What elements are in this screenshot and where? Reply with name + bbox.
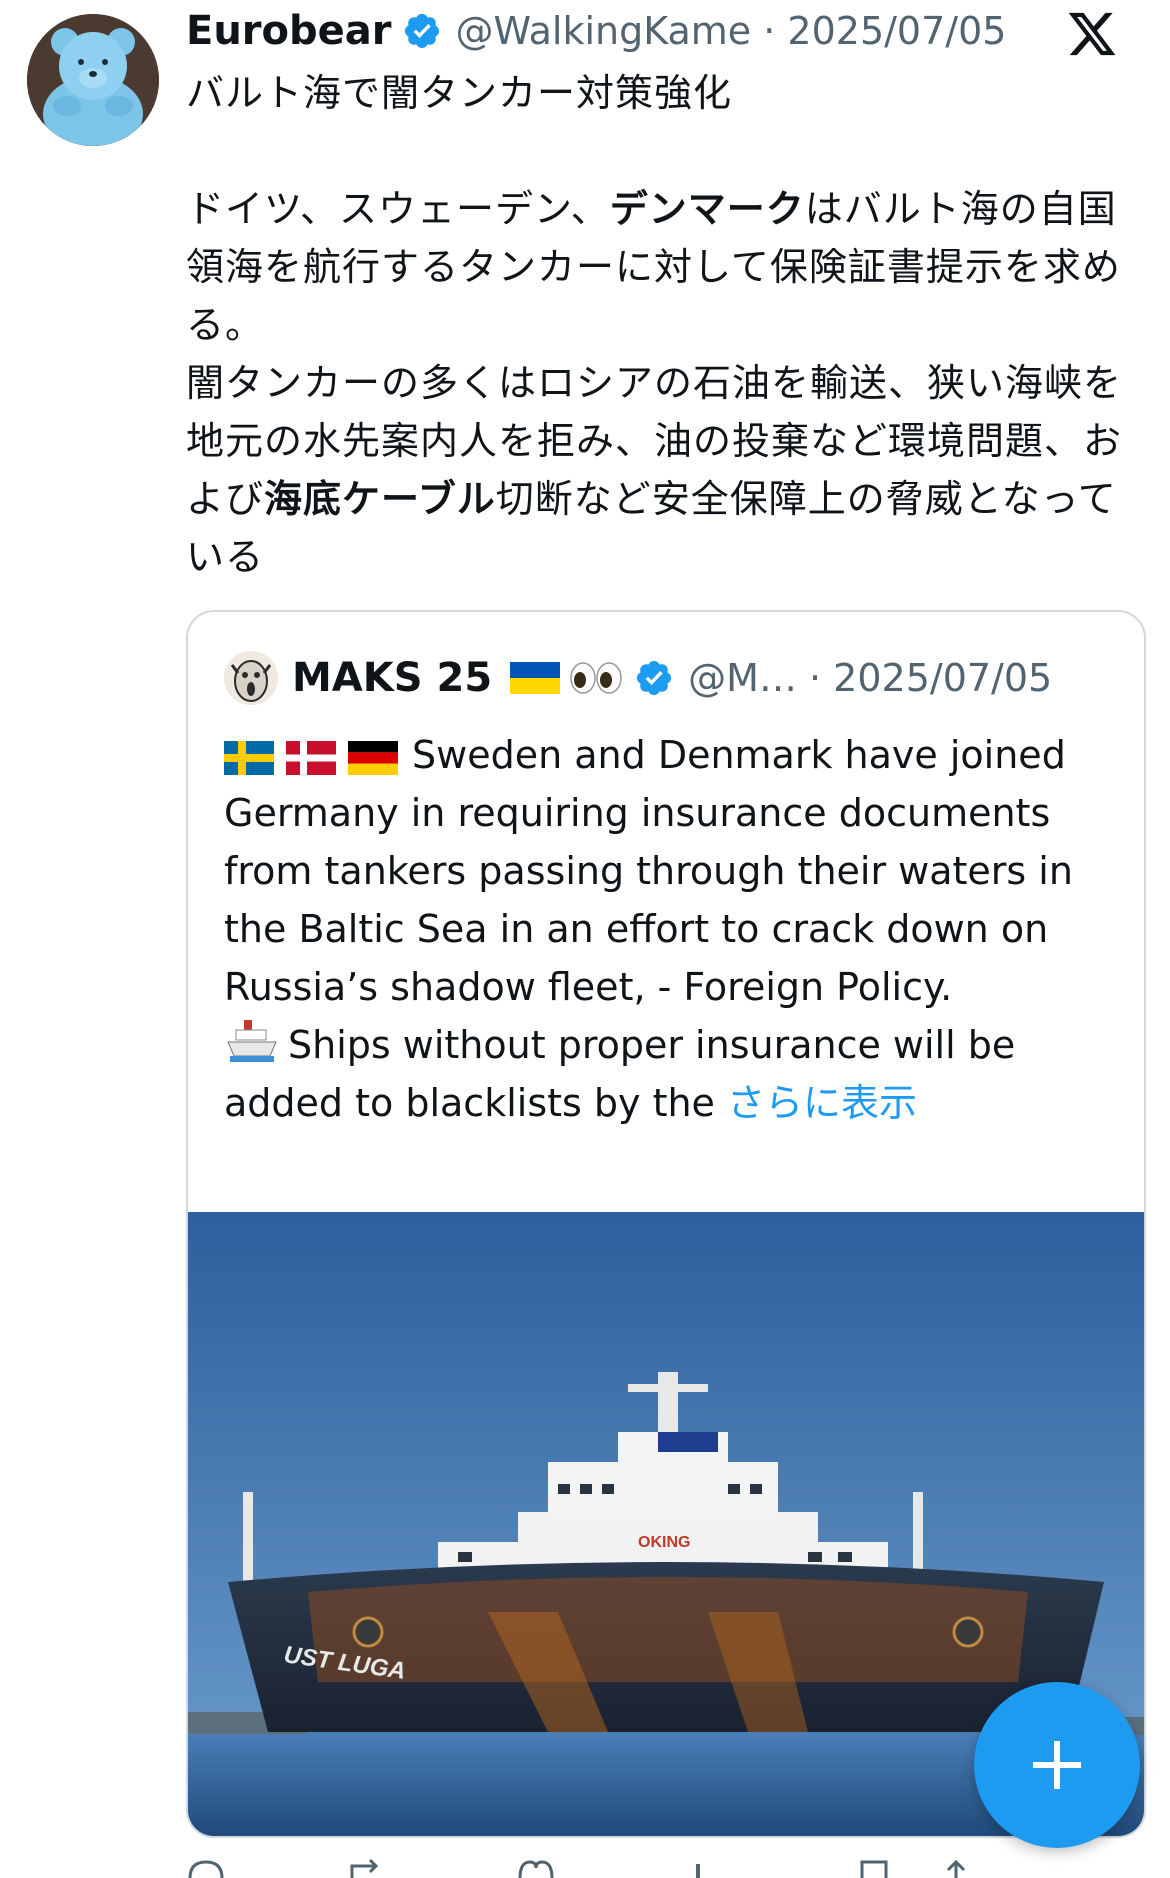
quoted-author-handle-and-date[interactable]: @M… · 2025/07/05: [688, 656, 1052, 700]
views-icon[interactable]: [686, 1858, 766, 1878]
superstructure-lettering: OKING: [638, 1534, 690, 1551]
quoted-author-display-name[interactable]: MAKS 25: [292, 655, 492, 701]
x-logo-icon[interactable]: [1066, 8, 1118, 60]
tweet-body: バルト海で闇タンカー対策強化 ドイツ、スウェーデン、デンマークはバルト海の自国領…: [186, 64, 1126, 586]
ship-emoji-icon: [227, 1020, 277, 1062]
quoted-tweet-header: MAKS 25 @M… · 2025/07/05: [224, 648, 1124, 708]
tweet-title-line: バルト海で闇タンカー対策強化: [186, 71, 733, 115]
quoted-tweet-body: Sweden and Denmark have joined Germany i…: [224, 726, 1124, 1132]
screaming-face-avatar-image: [224, 651, 278, 705]
country-flags: [224, 740, 398, 775]
para1-text-bold: デンマーク: [609, 187, 805, 231]
bookmark-icon[interactable]: [856, 1858, 896, 1878]
author-display-name[interactable]: Eurobear: [186, 8, 392, 54]
verified-badge-icon: [404, 13, 439, 49]
tweet-action-bar: [186, 1858, 1142, 1878]
show-more-link[interactable]: さらに表示: [727, 1081, 917, 1125]
tweet-paragraph-2: 闇タンカーの多くはロシアの石油を輸送、狭い海峡を地元の水先案内人を拒み、油の投棄…: [186, 354, 1126, 586]
teddy-bear-avatar-image: [27, 14, 159, 146]
reply-icon[interactable]: [186, 1858, 226, 1878]
author-avatar[interactable]: [27, 14, 159, 146]
para1-text-pre: ドイツ、スウェーデン、: [186, 187, 610, 231]
germany-flag-icon: [348, 740, 398, 775]
like-icon[interactable]: [516, 1858, 556, 1878]
repost-icon[interactable]: [346, 1858, 396, 1878]
denmark-flag-icon: [286, 740, 336, 775]
compose-button[interactable]: [974, 1682, 1140, 1848]
para2-text-bold: 海底ケーブル: [264, 477, 496, 521]
quoted-tweet-card[interactable]: MAKS 25 @M… · 2025/07/05 Sweden and Denm…: [186, 610, 1146, 1838]
sweden-flag-icon: [224, 740, 274, 775]
tweet-paragraph-1: ドイツ、スウェーデン、デンマークはバルト海の自国領海を航行するタンカーに対して保…: [186, 180, 1126, 354]
quoted-paragraph-2: Ships without proper insurance will be a…: [224, 1016, 1124, 1132]
tweet-header: Eurobear @WalkingKame · 2025/07/05: [186, 2, 1170, 60]
quoted-author-avatar[interactable]: [224, 651, 278, 705]
ukraine-flag-icon: [510, 662, 561, 694]
eyes-emoji-icon: [570, 662, 622, 694]
share-icon[interactable]: [936, 1858, 976, 1878]
author-handle-and-date[interactable]: @WalkingKame · 2025/07/05: [456, 9, 1007, 53]
quoted-paragraph-1: Sweden and Denmark have joined Germany i…: [224, 726, 1124, 1016]
plus-icon: [1033, 1741, 1081, 1789]
verified-badge-icon: [637, 660, 672, 696]
